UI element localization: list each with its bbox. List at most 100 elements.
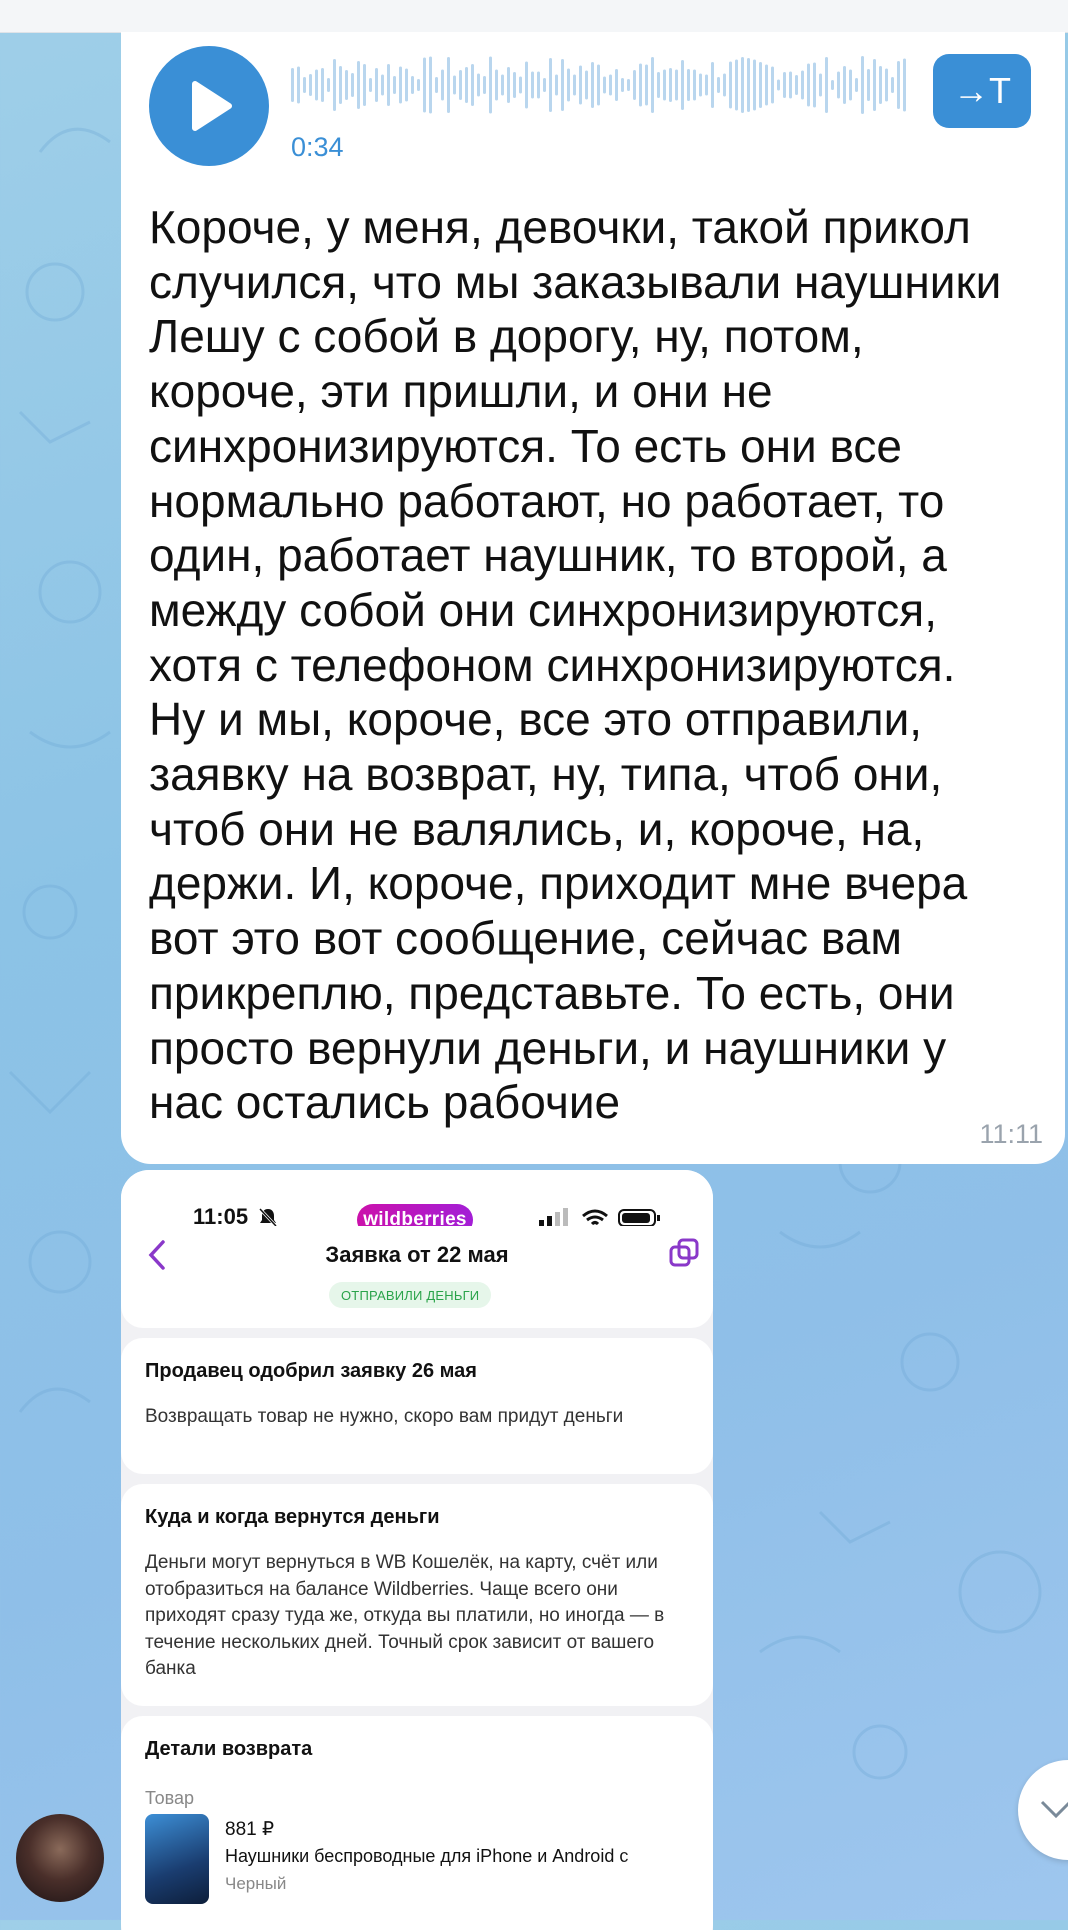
waveform-bar	[303, 77, 306, 93]
waveform-bar	[897, 61, 900, 109]
play-icon	[192, 81, 232, 131]
waveform-bar	[543, 78, 546, 92]
waveform-bar	[537, 71, 540, 99]
product-color: Черный	[225, 1874, 287, 1893]
waveform-bar	[393, 76, 396, 94]
refund-info-title: Куда и когда вернутся деньги	[145, 1506, 440, 1528]
waveform-bar	[387, 64, 390, 106]
waveform-bar	[669, 68, 672, 102]
waveform-bar	[399, 66, 402, 104]
copy-icon[interactable]	[669, 1238, 699, 1268]
transcript-line: прикреплю, представьте. То есть, они	[149, 966, 955, 1019]
voice-transcript: Короче, у меня, девочки, такой прикол слу…	[149, 200, 1029, 1130]
waveform-bar	[567, 68, 570, 102]
transcript-line: синхронизируются. То есть они все	[149, 419, 902, 472]
waveform-bar	[429, 56, 432, 114]
waveform-bar	[309, 74, 312, 96]
scroll-down-icon	[1040, 1800, 1068, 1819]
waveform-bar	[585, 70, 588, 100]
bell-off-icon	[258, 1207, 278, 1228]
waveform-bar	[663, 69, 666, 101]
waveform-bar	[885, 68, 888, 102]
waveform-bar	[411, 76, 414, 94]
waveform-bar	[873, 59, 876, 111]
transcript-line: держи. И, короче, приходит мне вчера	[149, 857, 968, 910]
waveform-bar	[459, 70, 462, 100]
waveform-bar	[741, 57, 744, 113]
waveform-bar	[609, 74, 612, 96]
waveform-bar	[501, 74, 504, 96]
waveform-bar	[789, 71, 792, 99]
waveform-bar	[759, 62, 762, 108]
waveform-bar	[321, 68, 324, 102]
top-bar-strip	[0, 0, 1068, 33]
waveform-bar	[735, 59, 738, 111]
waveform-bar	[693, 69, 696, 101]
waveform-bar	[699, 73, 702, 97]
transcript-line: нормально работают, но работает, то	[149, 474, 945, 527]
signal-icon	[539, 1208, 568, 1228]
waveform-bar	[315, 69, 318, 101]
waveform-bar	[657, 72, 660, 98]
waveform-bar	[849, 69, 852, 101]
voice-waveform[interactable]	[289, 54, 911, 116]
product-label: Товар	[145, 1788, 194, 1808]
waveform-bar	[831, 80, 834, 90]
waveform-bar	[825, 57, 828, 113]
waveform-bar	[351, 73, 354, 97]
product-name[interactable]: Наушники беспроводные для iPhone и Andro…	[225, 1846, 675, 1867]
avatar[interactable]	[16, 1814, 104, 1902]
play-button[interactable]	[149, 46, 269, 166]
transcript-line: между собой они синхронизируются,	[149, 583, 937, 636]
waveform-bar	[507, 67, 510, 103]
waveform-bar	[675, 69, 678, 101]
waveform-bar	[711, 62, 714, 108]
waveform-bar	[633, 70, 636, 100]
battery-icon	[618, 1209, 660, 1227]
waveform-bar	[867, 69, 870, 101]
waveform-bar	[891, 77, 894, 93]
waveform-bar	[795, 75, 798, 95]
waveform-bar	[549, 58, 552, 112]
transcribe-button[interactable]: →T	[933, 54, 1031, 128]
refund-info-card: Куда и когда вернутся деньги Деньги могу…	[121, 1484, 713, 1706]
waveform-bar	[807, 63, 810, 107]
waveform-bar	[687, 69, 690, 101]
waveform-bar	[453, 75, 456, 95]
waveform-bar	[783, 72, 786, 98]
return-details-title: Детали возврата	[145, 1738, 313, 1760]
waveform-bar	[765, 64, 768, 106]
waveform-bar	[597, 64, 600, 106]
waveform-bar	[645, 64, 648, 106]
order-title: Заявка от 22 мая	[325, 1242, 509, 1267]
waveform-bar	[729, 61, 732, 109]
waveform-bar	[531, 71, 534, 99]
waveform-bar	[471, 64, 474, 106]
waveform-bar	[423, 57, 426, 113]
waveform-bar	[573, 74, 576, 96]
waveform-bar	[447, 57, 450, 113]
transcript-line: нас остались рабочие	[149, 1076, 621, 1129]
order-header: Заявка от 22 мая ОТПРАВИЛИ ДЕНЬГИ	[121, 1226, 713, 1328]
waveform-bar	[339, 66, 342, 104]
voice-message-bubble: 0:34 →T Короче, у меня, девочки, такой п…	[121, 32, 1065, 1164]
waveform-bar	[639, 63, 642, 107]
waveform-bar	[297, 66, 300, 104]
waveform-bar	[333, 59, 336, 111]
refund-info-text: Деньги могут вернуться в WB Кошелёк, на …	[145, 1552, 665, 1679]
waveform-bar	[495, 69, 498, 101]
waveform-bar	[441, 69, 444, 101]
approved-text: Возвращать товар не нужно, скоро вам при…	[145, 1406, 624, 1427]
waveform-bar	[903, 58, 906, 112]
waveform-bar	[723, 73, 726, 97]
transcript-line: случился, что мы заказывали наушники	[149, 255, 1002, 308]
transcript-line: один, работает наушник, то второй, а	[149, 529, 947, 582]
approved-card: Продавец одобрил заявку 26 мая Возвращат…	[121, 1338, 713, 1474]
transcript-line: короче, эти пришли, и они не	[149, 365, 773, 418]
waveform-bar	[651, 57, 654, 113]
waveform-bar	[345, 70, 348, 100]
attached-screenshot[interactable]: 11:05 wildberries Заявка от 22 мая ОТПРА…	[121, 1170, 713, 1930]
waveform-bar	[879, 66, 882, 104]
product-thumbnail[interactable]	[145, 1814, 209, 1904]
return-details-card: Детали возврата Товар 881 ₽ Наушники бес…	[121, 1716, 713, 1930]
